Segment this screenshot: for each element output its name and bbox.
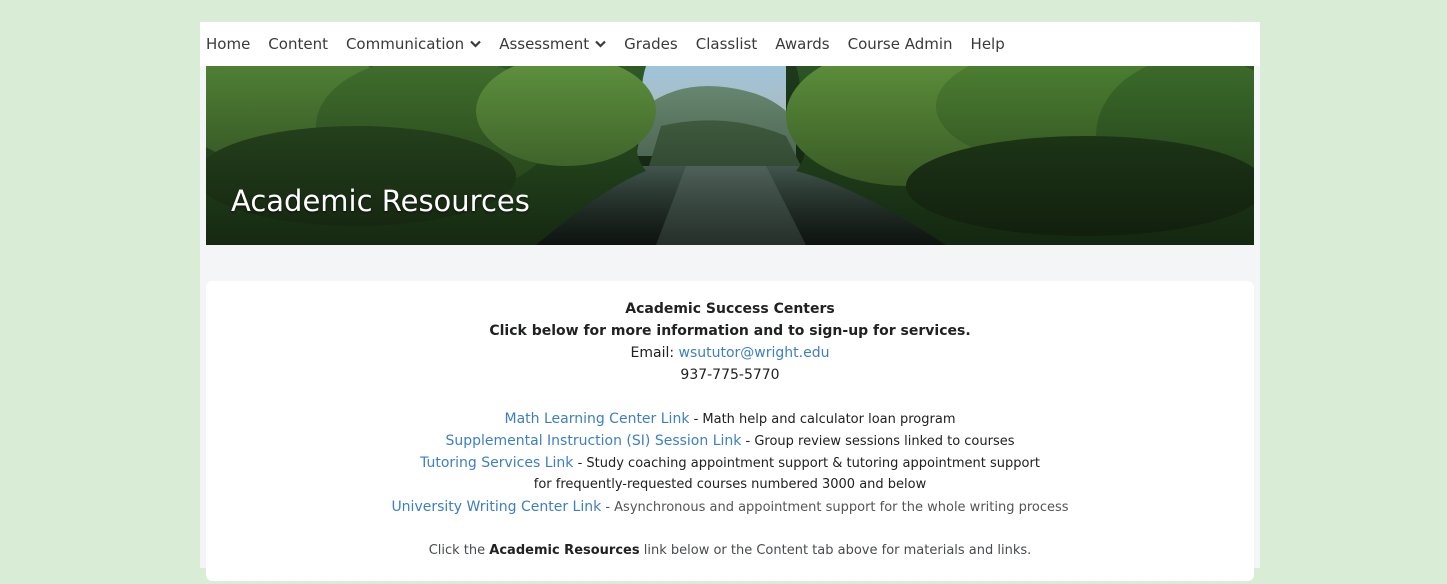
nav-awards[interactable]: Awards: [775, 35, 829, 53]
section-subheading: Click below for more information and to …: [489, 323, 971, 339]
resource-row: Tutoring Services Link - Study coaching …: [206, 455, 1254, 471]
chevron-down-icon: [595, 40, 606, 48]
resource-continuation: for frequently-requested courses numbere…: [533, 477, 927, 492]
footer-prefix: Click the: [428, 543, 486, 558]
nav-help-label: Help: [970, 35, 1005, 53]
nav-grades[interactable]: Grades: [624, 35, 678, 53]
resource-row: University Writing Center Link - Asynchr…: [206, 499, 1254, 515]
course-navbar: Home Content Communication Assessment Gr…: [200, 22, 1260, 66]
tutoring-services-link[interactable]: Tutoring Services Link: [420, 455, 573, 471]
footer-instruction: Click the Academic Resources link below …: [206, 543, 1254, 558]
resource-row: Math Learning Center Link - Math help an…: [206, 411, 1254, 427]
resource-desc: - Math help and calculator loan program: [693, 412, 956, 427]
nav-classlist[interactable]: Classlist: [696, 35, 758, 53]
resource-desc: - Study coaching appointment support & t…: [577, 456, 1040, 471]
nav-home-label: Home: [206, 35, 251, 53]
nav-assessment[interactable]: Assessment: [499, 35, 606, 53]
resource-desc: - Asynchronous and appointment support f…: [605, 500, 1069, 515]
nav-help[interactable]: Help: [971, 35, 1005, 53]
writing-center-link[interactable]: University Writing Center Link: [391, 499, 601, 515]
footer-bold: Academic Resources: [489, 543, 640, 558]
footer-suffix: link below or the Content tab above for …: [643, 543, 1032, 558]
nav-grades-label: Grades: [624, 35, 678, 53]
chevron-down-icon: [470, 40, 481, 48]
nav-course-admin-label: Course Admin: [847, 35, 953, 53]
phone-number: 937-775-5770: [680, 367, 780, 383]
banner: Academic Resources: [206, 66, 1254, 245]
email-link[interactable]: wsututor@wright.edu: [679, 345, 830, 361]
math-learning-center-link[interactable]: Math Learning Center Link: [504, 411, 689, 427]
nav-classlist-label: Classlist: [695, 35, 758, 53]
nav-communication-label: Communication: [345, 35, 465, 53]
nav-awards-label: Awards: [775, 35, 830, 53]
nav-assessment-label: Assessment: [499, 35, 590, 53]
banner-title: Academic Resources: [231, 184, 530, 218]
course-frame: Home Content Communication Assessment Gr…: [200, 22, 1260, 581]
nav-course-admin[interactable]: Course Admin: [848, 35, 953, 53]
nav-content[interactable]: Content: [268, 35, 328, 53]
river-forest-image: [206, 66, 1254, 245]
email-label: Email:: [630, 345, 675, 361]
resource-desc: - Group review sessions linked to course…: [745, 434, 1015, 449]
nav-communication[interactable]: Communication: [346, 35, 481, 53]
nav-home[interactable]: Home: [206, 35, 250, 53]
email-row: Email: wsututor@wright.edu: [206, 345, 1254, 361]
content-card: Academic Success Centers Click below for…: [206, 281, 1254, 581]
si-session-link[interactable]: Supplemental Instruction (SI) Session Li…: [445, 433, 741, 449]
section-heading: Academic Success Centers: [625, 301, 835, 317]
resource-row: Supplemental Instruction (SI) Session Li…: [206, 433, 1254, 449]
nav-content-label: Content: [268, 35, 328, 53]
